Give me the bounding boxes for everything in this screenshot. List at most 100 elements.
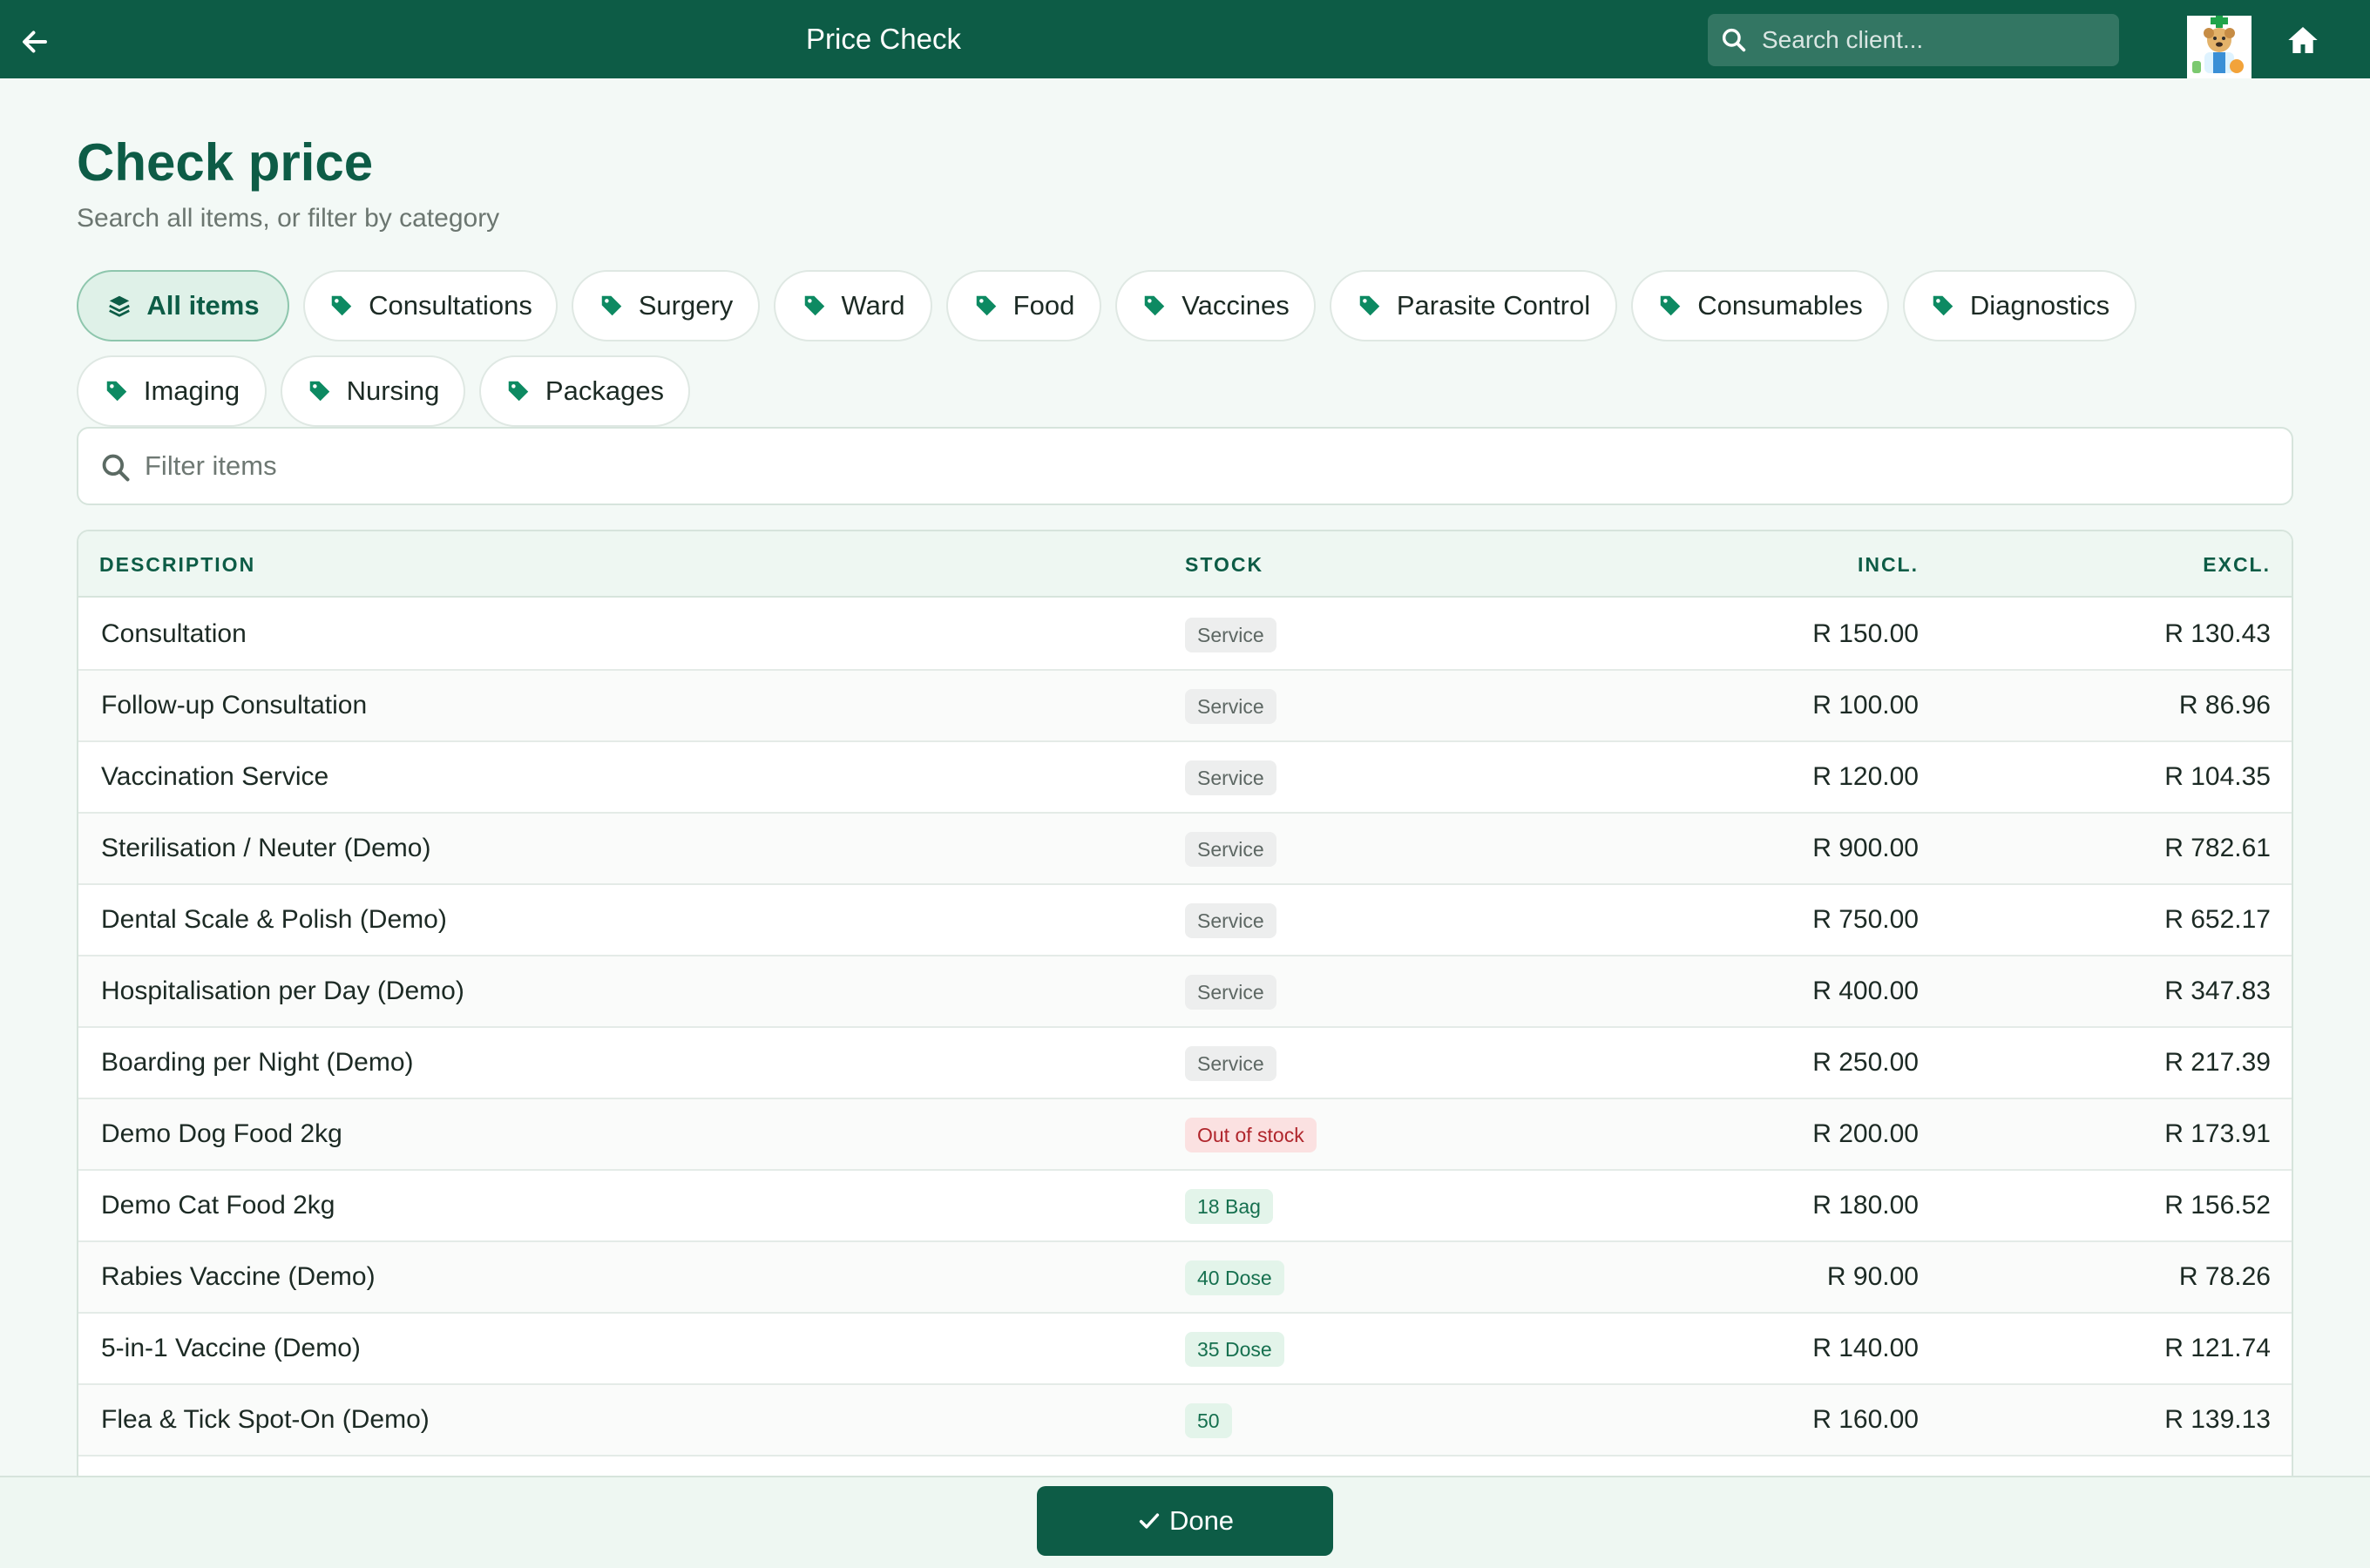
price-incl: R 160.00: [1812, 1405, 1919, 1434]
done-button-label: Done: [1168, 1505, 1235, 1536]
table-row[interactable]: Demo Cat Food 2kg 18 Bag R 180.00 R 156.52: [78, 1171, 2292, 1242]
price-table: DESCRIPTION STOCK INCL. EXCL. Consultati…: [77, 530, 2293, 1488]
stock-badge: 40 Dose: [1185, 1260, 1284, 1296]
stock-badge: Out of stock: [1185, 1118, 1317, 1153]
stock-cell: Service: [1185, 1028, 1276, 1098]
price-excl: R 130.43: [2164, 619, 2271, 648]
column-header-incl[interactable]: INCL.: [1858, 531, 1919, 598]
stock-cell: 40 Dose: [1185, 1242, 1284, 1312]
table-row[interactable]: 5-in-1 Vaccine (Demo) 35 Dose R 140.00 R 12…: [78, 1314, 2292, 1385]
price-excl: R 217.39: [2164, 1048, 2271, 1077]
table-row[interactable]: Flea & Tick Spot-On (Demo) 50 R 160.00 R 13…: [78, 1385, 2292, 1456]
chip-label: All items: [146, 290, 260, 321]
home-icon: [2285, 23, 2320, 57]
chip-label: Surgery: [638, 290, 734, 321]
item-description: Boarding per Night (Demo): [101, 1048, 414, 1077]
stock-badge: Service: [1185, 975, 1276, 1010]
stock-badge: Service: [1185, 760, 1276, 796]
column-header-description[interactable]: DESCRIPTION: [99, 531, 255, 598]
chip-imaging[interactable]: Imaging: [77, 355, 267, 427]
item-description: Demo Cat Food 2kg: [101, 1191, 335, 1220]
table-row[interactable]: Demo Dog Food 2kg Out of stock R 200.00 R 1…: [78, 1099, 2292, 1171]
item-description: Sterilisation / Neuter (Demo): [101, 834, 431, 862]
chip-label: Consumables: [1697, 290, 1863, 321]
page-subtitle: Search all items, or filter by category: [77, 204, 500, 233]
chip-nursing[interactable]: Nursing: [281, 355, 465, 427]
table-row[interactable]: Follow-up Consultation Service R 100.00 R 8…: [78, 671, 2292, 742]
done-button[interactable]: Done: [1037, 1486, 1333, 1556]
stock-cell: 18 Bag: [1185, 1171, 1273, 1240]
item-description: Flea & Tick Spot-On (Demo): [101, 1405, 430, 1434]
price-incl: R 250.00: [1812, 1048, 1919, 1077]
item-description: Demo Dog Food 2kg: [101, 1119, 342, 1148]
table-row[interactable]: Vaccination Service Service R 120.00 R 104.…: [78, 742, 2292, 814]
price-incl: R 750.00: [1812, 905, 1919, 934]
clinic-logo-avatar[interactable]: [2187, 16, 2252, 78]
chip-consultations[interactable]: Consultations: [303, 270, 558, 341]
layers-icon: [106, 293, 132, 319]
search-icon: [99, 451, 132, 484]
check-icon: [1136, 1508, 1162, 1534]
price-incl: R 180.00: [1812, 1191, 1919, 1220]
tag-icon: [328, 293, 355, 319]
stock-cell: Service: [1185, 956, 1276, 1026]
price-incl: R 150.00: [1812, 619, 1919, 648]
price-excl: R 652.17: [2164, 905, 2271, 934]
stock-cell: 50: [1185, 1385, 1232, 1455]
item-description: Consultation: [101, 619, 247, 648]
client-search[interactable]: [1708, 14, 2119, 66]
home-button[interactable]: [2281, 19, 2325, 61]
chip-label: Nursing: [346, 375, 440, 406]
filter-items-input[interactable]: [145, 429, 2236, 504]
chip-all-items[interactable]: All items: [77, 270, 289, 341]
price-incl: R 100.00: [1812, 691, 1919, 720]
app-title: Price Check: [806, 23, 961, 55]
item-description: Rabies Vaccine (Demo): [101, 1262, 376, 1291]
price-incl: R 200.00: [1812, 1119, 1919, 1148]
chip-packages[interactable]: Packages: [479, 355, 690, 427]
table-row[interactable]: Consultation Service R 150.00 R 130.43: [78, 599, 2292, 671]
table-row[interactable]: Dental Scale & Polish (Demo) Service R 750…: [78, 885, 2292, 956]
search-icon: [1720, 26, 1748, 54]
stock-badge: 35 Dose: [1185, 1332, 1284, 1368]
filter-items-field[interactable]: [77, 427, 2293, 505]
client-search-input[interactable]: [1762, 14, 2110, 66]
price-incl: R 400.00: [1812, 977, 1919, 1005]
item-description: Follow-up Consultation: [101, 691, 368, 720]
price-excl: R 104.35: [2164, 762, 2271, 791]
chip-parasite-control[interactable]: Parasite Control: [1330, 270, 1617, 341]
chip-label: Packages: [545, 375, 665, 406]
chip-vaccines[interactable]: Vaccines: [1115, 270, 1316, 341]
column-header-excl[interactable]: EXCL.: [2203, 531, 2271, 598]
chip-ward[interactable]: Ward: [774, 270, 932, 341]
stock-cell: Service: [1185, 671, 1276, 740]
chip-label: Ward: [841, 290, 905, 321]
stock-cell: 35 Dose: [1185, 1314, 1284, 1383]
stock-badge: 50: [1185, 1403, 1232, 1439]
tag-icon: [505, 378, 532, 404]
top-app-bar: Price Check: [0, 0, 2370, 78]
price-incl: R 140.00: [1812, 1334, 1919, 1362]
chip-diagnostics[interactable]: Diagnostics: [1903, 270, 2136, 341]
table-row[interactable]: Hospitalisation per Day (Demo) Service R 4…: [78, 956, 2292, 1028]
tag-icon: [802, 293, 828, 319]
table-row[interactable]: Rabies Vaccine (Demo) 40 Dose R 90.00 R 78.…: [78, 1242, 2292, 1314]
tag-icon: [1930, 293, 1956, 319]
stock-cell: Service: [1185, 599, 1276, 669]
tag-icon: [1357, 293, 1383, 319]
column-header-stock[interactable]: STOCK: [1185, 531, 1263, 598]
stock-badge: 18 Bag: [1185, 1189, 1273, 1225]
chip-food[interactable]: Food: [946, 270, 1101, 341]
chip-surgery[interactable]: Surgery: [572, 270, 760, 341]
price-excl: R 347.83: [2164, 977, 2271, 1005]
stock-cell: Service: [1185, 814, 1276, 883]
table-header: DESCRIPTION STOCK INCL. EXCL.: [78, 531, 2292, 598]
price-excl: R 782.61: [2164, 834, 2271, 862]
chip-consumables[interactable]: Consumables: [1631, 270, 1889, 341]
table-row[interactable]: Boarding per Night (Demo) Service R 250.00…: [78, 1028, 2292, 1099]
stock-cell: Service: [1185, 742, 1276, 812]
stock-badge: Service: [1185, 1046, 1276, 1082]
tag-icon: [104, 378, 130, 404]
table-row[interactable]: Sterilisation / Neuter (Demo) Service R 90…: [78, 814, 2292, 885]
chip-label: Consultations: [369, 290, 532, 321]
